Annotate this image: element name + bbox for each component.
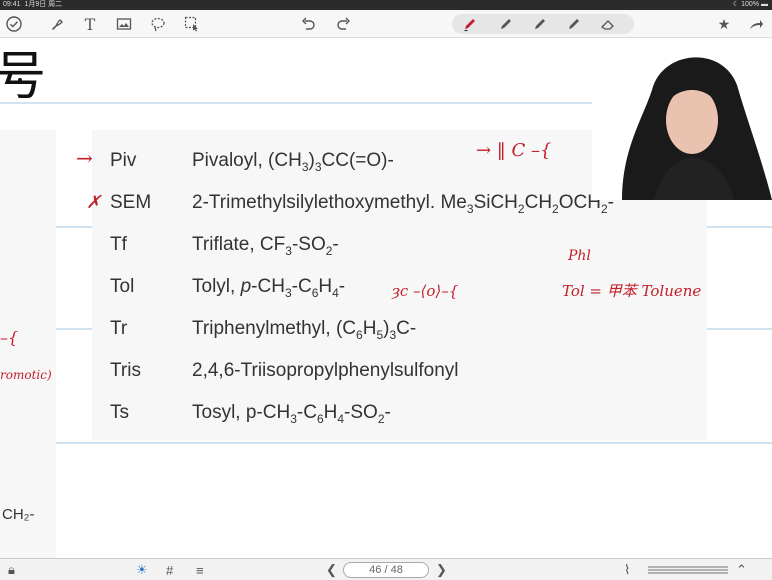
table-row: Tf Triflate, CF3-SO2- <box>92 224 707 262</box>
row-desc: Pivaloyl, (CH3)3CC(=O)- <box>192 150 394 174</box>
table-row: Tris 2,4,6-Triisopropylphenylsulfonyl <box>92 350 707 388</box>
status-time-date: 09:41 1月9日 周二 <box>3 1 63 8</box>
row-abbr: Tol <box>110 276 135 297</box>
next-page-icon[interactable]: ❯ <box>436 561 447 579</box>
row-desc: 2,4,6-Triisopropylphenylsulfonyl <box>192 360 459 381</box>
table-row: Ts Tosyl, p-CH3-C6H4-SO2- <box>92 392 707 430</box>
lock-icon[interactable]: 🔒︎ <box>8 561 15 579</box>
brightness-icon[interactable]: ☀ <box>136 561 148 579</box>
selection-cursor-icon[interactable] <box>182 14 202 34</box>
ink-piv-structure: → ‖ C –{ <box>476 140 552 161</box>
presenter-video-icon <box>592 50 772 200</box>
row-abbr: Tris <box>110 360 141 381</box>
status-bar: 09:41 1月9日 周二 ☾ 100% ▬ <box>0 0 772 10</box>
lasso-select-icon[interactable] <box>148 14 168 34</box>
pen-active-icon[interactable] <box>460 14 480 34</box>
undo-icon[interactable] <box>298 14 318 34</box>
chart-view-icon[interactable]: ⌇ <box>624 561 630 579</box>
row-abbr: Tr <box>110 318 128 339</box>
row-abbr: Ts <box>110 402 129 423</box>
ink-phl-note: Phl <box>568 248 591 264</box>
row-abbr: SEM <box>110 192 152 213</box>
heading-fragment: 号 <box>0 47 47 107</box>
image-tool-icon[interactable] <box>114 14 134 34</box>
row-desc: Tosyl, p-CH3-C6H4-SO2- <box>192 402 391 426</box>
ink-left-partial: romotic) <box>0 368 52 382</box>
ink-left-brace: –{ <box>0 328 19 347</box>
left-edge-formula: CH₂- <box>2 506 35 523</box>
ink-cross-sem: ✗ <box>86 192 102 213</box>
expand-up-icon[interactable]: ⌃ <box>736 561 747 579</box>
row-abbr: Tf <box>110 234 127 255</box>
table-row: Tr Triphenylmethyl, (C6H5)3C- <box>92 308 707 346</box>
row-desc: Triflate, CF3-SO2- <box>192 234 339 258</box>
page-indicator[interactable]: 46 / 48 <box>343 562 429 578</box>
toolbar: T ★ <box>0 10 772 38</box>
row-desc: Triphenylmethyl, (C6H5)3C- <box>192 318 417 342</box>
webcam-overlay <box>592 50 772 200</box>
previous-page-icon[interactable]: ❮ <box>326 561 337 579</box>
battery-indicator: ☾ 100% ▬ <box>732 1 768 8</box>
pencil-icon[interactable] <box>530 14 550 34</box>
row-desc: Tolyl, p-CH3-C6H4- <box>192 276 346 300</box>
list-menu-icon[interactable]: ≡ <box>196 561 204 579</box>
bookmark-star-icon[interactable]: ★ <box>714 14 734 34</box>
ruled-line <box>0 442 772 444</box>
redo-icon[interactable] <box>334 14 354 34</box>
pen-icon[interactable] <box>496 14 516 34</box>
page-thumbnail-strip[interactable] <box>648 561 728 579</box>
bottom-bar: 🔒︎ ☀ # ≡ ❮ 46 / 48 ❯ ⌇ ⌃ <box>0 558 772 580</box>
ink-tol-structure: ȝc –⟨o⟩–{ <box>392 282 459 300</box>
lasso-pen-icon[interactable] <box>48 14 68 34</box>
ink-toluene-note: Tol = 甲苯 Toluene <box>562 282 702 300</box>
share-icon[interactable] <box>746 14 766 34</box>
row-desc: 2-Trimethylsilylethoxymethyl. Me3SiCH2CH… <box>192 192 614 216</box>
ink-arrow-piv: → <box>76 146 93 170</box>
heading-dot <box>18 78 22 82</box>
note-canvas[interactable]: 号 CH₂- Piv Pivaloyl, (CH3)3CC(=O)- SEM 2… <box>0 38 772 558</box>
row-abbr: Piv <box>110 150 137 171</box>
highlighter-icon[interactable] <box>564 14 584 34</box>
grid-icon[interactable]: # <box>166 561 173 579</box>
text-tool-icon[interactable]: T <box>80 14 100 34</box>
eraser-icon[interactable] <box>598 14 618 34</box>
done-check-icon[interactable] <box>4 14 24 34</box>
